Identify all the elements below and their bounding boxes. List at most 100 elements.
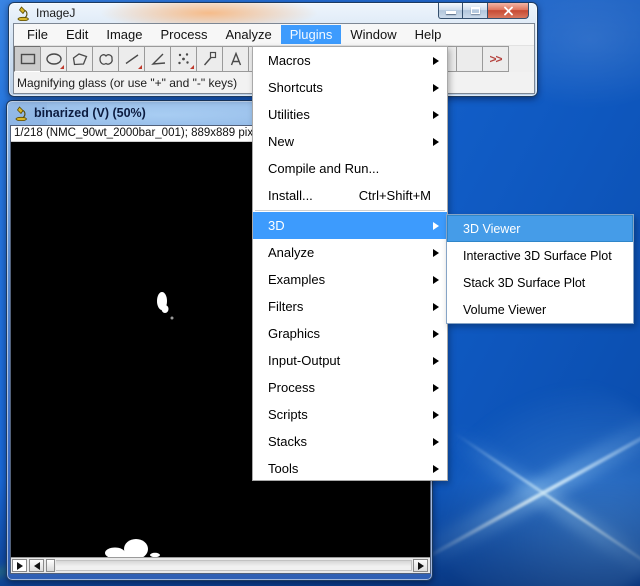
wallpaper-glow bbox=[420, 380, 640, 586]
menu-item-label: Macros bbox=[268, 53, 311, 68]
submenu-3d-popup: 3D Viewer Interactive 3D Surface Plot St… bbox=[446, 214, 634, 324]
stack-scrollbar[interactable] bbox=[11, 557, 430, 573]
menu-item-label: Scripts bbox=[268, 407, 308, 422]
plugins-menu-popup: Macros Shortcuts Utilities New Compile a… bbox=[252, 46, 448, 481]
submenu-arrow-icon bbox=[433, 330, 439, 338]
menu-item-process[interactable]: Process bbox=[253, 374, 447, 401]
stack-play-button[interactable] bbox=[12, 559, 27, 572]
close-button[interactable] bbox=[488, 3, 529, 19]
line-tool-button[interactable] bbox=[118, 46, 145, 72]
submenu-arrow-icon bbox=[433, 111, 439, 119]
menu-item-shortcuts[interactable]: Shortcuts bbox=[253, 74, 447, 101]
submenu-arrow-icon bbox=[433, 357, 439, 365]
rectangle-tool-button[interactable] bbox=[14, 46, 41, 72]
minimize-button[interactable] bbox=[438, 3, 463, 19]
submenu-arrow-icon bbox=[433, 465, 439, 473]
menu-item-3d[interactable]: 3D bbox=[253, 212, 447, 239]
close-icon bbox=[502, 6, 515, 16]
menu-analyze[interactable]: Analyze bbox=[216, 25, 280, 44]
menu-process[interactable]: Process bbox=[152, 25, 217, 44]
toolbar-button[interactable] bbox=[456, 46, 483, 72]
angle-tool-button[interactable] bbox=[144, 46, 171, 72]
particle-blob bbox=[162, 305, 169, 313]
menu-item-label: Shortcuts bbox=[268, 80, 323, 95]
point-tool-button[interactable] bbox=[170, 46, 197, 72]
submenu-item-label: Stack 3D Surface Plot bbox=[463, 276, 585, 290]
menu-item-install[interactable]: Install... Ctrl+Shift+M bbox=[253, 182, 447, 209]
menu-item-label: Examples bbox=[268, 272, 325, 287]
menu-item-utilities[interactable]: Utilities bbox=[253, 101, 447, 128]
menu-bar: File Edit Image Process Analyze Plugins … bbox=[14, 24, 534, 46]
oval-tool-button[interactable] bbox=[40, 46, 67, 72]
submenu-item-label: Volume Viewer bbox=[463, 303, 546, 317]
window-controls bbox=[438, 3, 529, 19]
submenu-arrow-icon bbox=[433, 303, 439, 311]
maximize-icon bbox=[471, 7, 480, 14]
scrollbar-track[interactable] bbox=[56, 560, 412, 571]
tool-dropdown-icon bbox=[60, 65, 64, 69]
submenu-arrow-icon bbox=[433, 138, 439, 146]
particle-speck bbox=[171, 317, 174, 320]
polygon-tool-icon bbox=[70, 50, 90, 68]
scroll-right-icon bbox=[418, 562, 424, 570]
menu-item-macros[interactable]: Macros bbox=[253, 47, 447, 74]
scroll-right-button[interactable] bbox=[413, 559, 428, 572]
wallpaper-streak bbox=[444, 426, 640, 586]
more-tools-icon: >> bbox=[489, 52, 501, 66]
submenu-item-3d-viewer[interactable]: 3D Viewer bbox=[447, 215, 633, 242]
wallpaper-streak bbox=[454, 432, 640, 580]
menu-item-label: 3D bbox=[268, 218, 285, 233]
more-tools-button[interactable]: >> bbox=[482, 46, 509, 72]
submenu-arrow-icon bbox=[433, 222, 439, 230]
menu-item-input-output[interactable]: Input-Output bbox=[253, 347, 447, 374]
text-tool-button[interactable] bbox=[222, 46, 249, 72]
menu-item-label: Process bbox=[268, 380, 315, 395]
menu-item-scripts[interactable]: Scripts bbox=[253, 401, 447, 428]
particle-speck bbox=[150, 553, 160, 557]
wand-tool-button[interactable] bbox=[196, 46, 223, 72]
submenu-item-label: Interactive 3D Surface Plot bbox=[463, 249, 612, 263]
menu-image[interactable]: Image bbox=[97, 25, 151, 44]
menu-plugins[interactable]: Plugins bbox=[281, 25, 342, 44]
menu-item-label: New bbox=[268, 134, 294, 149]
submenu-arrow-icon bbox=[433, 384, 439, 392]
submenu-arrow-icon bbox=[433, 84, 439, 92]
imagej-app-icon bbox=[17, 6, 30, 21]
menu-item-analyze[interactable]: Analyze bbox=[253, 239, 447, 266]
menu-item-filters[interactable]: Filters bbox=[253, 293, 447, 320]
submenu-arrow-icon bbox=[433, 57, 439, 65]
freehand-tool-button[interactable] bbox=[92, 46, 119, 72]
menu-item-label: Stacks bbox=[268, 434, 307, 449]
menu-item-label: Tools bbox=[268, 461, 298, 476]
submenu-item-volume-viewer[interactable]: Volume Viewer bbox=[447, 296, 633, 323]
menu-item-label: Graphics bbox=[268, 326, 320, 341]
minimize-icon bbox=[446, 11, 456, 14]
menu-item-label: Install... bbox=[268, 188, 313, 203]
wand-tool-icon bbox=[200, 50, 220, 68]
scroll-left-icon bbox=[34, 562, 40, 570]
menu-item-shortcut: Ctrl+Shift+M bbox=[359, 188, 439, 203]
submenu-item-stack-3d-surface-plot[interactable]: Stack 3D Surface Plot bbox=[447, 269, 633, 296]
menu-edit[interactable]: Edit bbox=[57, 25, 97, 44]
menu-window[interactable]: Window bbox=[341, 25, 405, 44]
menu-help[interactable]: Help bbox=[406, 25, 451, 44]
menu-item-label: Utilities bbox=[268, 107, 310, 122]
menu-item-new[interactable]: New bbox=[253, 128, 447, 155]
maximize-button[interactable] bbox=[463, 3, 488, 19]
menu-file[interactable]: File bbox=[18, 25, 57, 44]
polygon-tool-button[interactable] bbox=[66, 46, 93, 72]
menu-item-examples[interactable]: Examples bbox=[253, 266, 447, 293]
scroll-left-button[interactable] bbox=[29, 559, 44, 572]
freehand-tool-icon bbox=[96, 50, 116, 68]
menu-item-graphics[interactable]: Graphics bbox=[253, 320, 447, 347]
submenu-item-interactive-3d-surface-plot[interactable]: Interactive 3D Surface Plot bbox=[447, 242, 633, 269]
imagej-app-icon bbox=[15, 106, 28, 121]
menu-item-compile-and-run[interactable]: Compile and Run... bbox=[253, 155, 447, 182]
menu-item-label: Analyze bbox=[268, 245, 314, 260]
menu-item-stacks[interactable]: Stacks bbox=[253, 428, 447, 455]
angle-tool-icon bbox=[148, 50, 168, 68]
menu-item-tools[interactable]: Tools bbox=[253, 455, 447, 482]
submenu-item-label: 3D Viewer bbox=[463, 222, 520, 236]
submenu-arrow-icon bbox=[433, 438, 439, 446]
scrollbar-thumb[interactable] bbox=[46, 559, 55, 572]
